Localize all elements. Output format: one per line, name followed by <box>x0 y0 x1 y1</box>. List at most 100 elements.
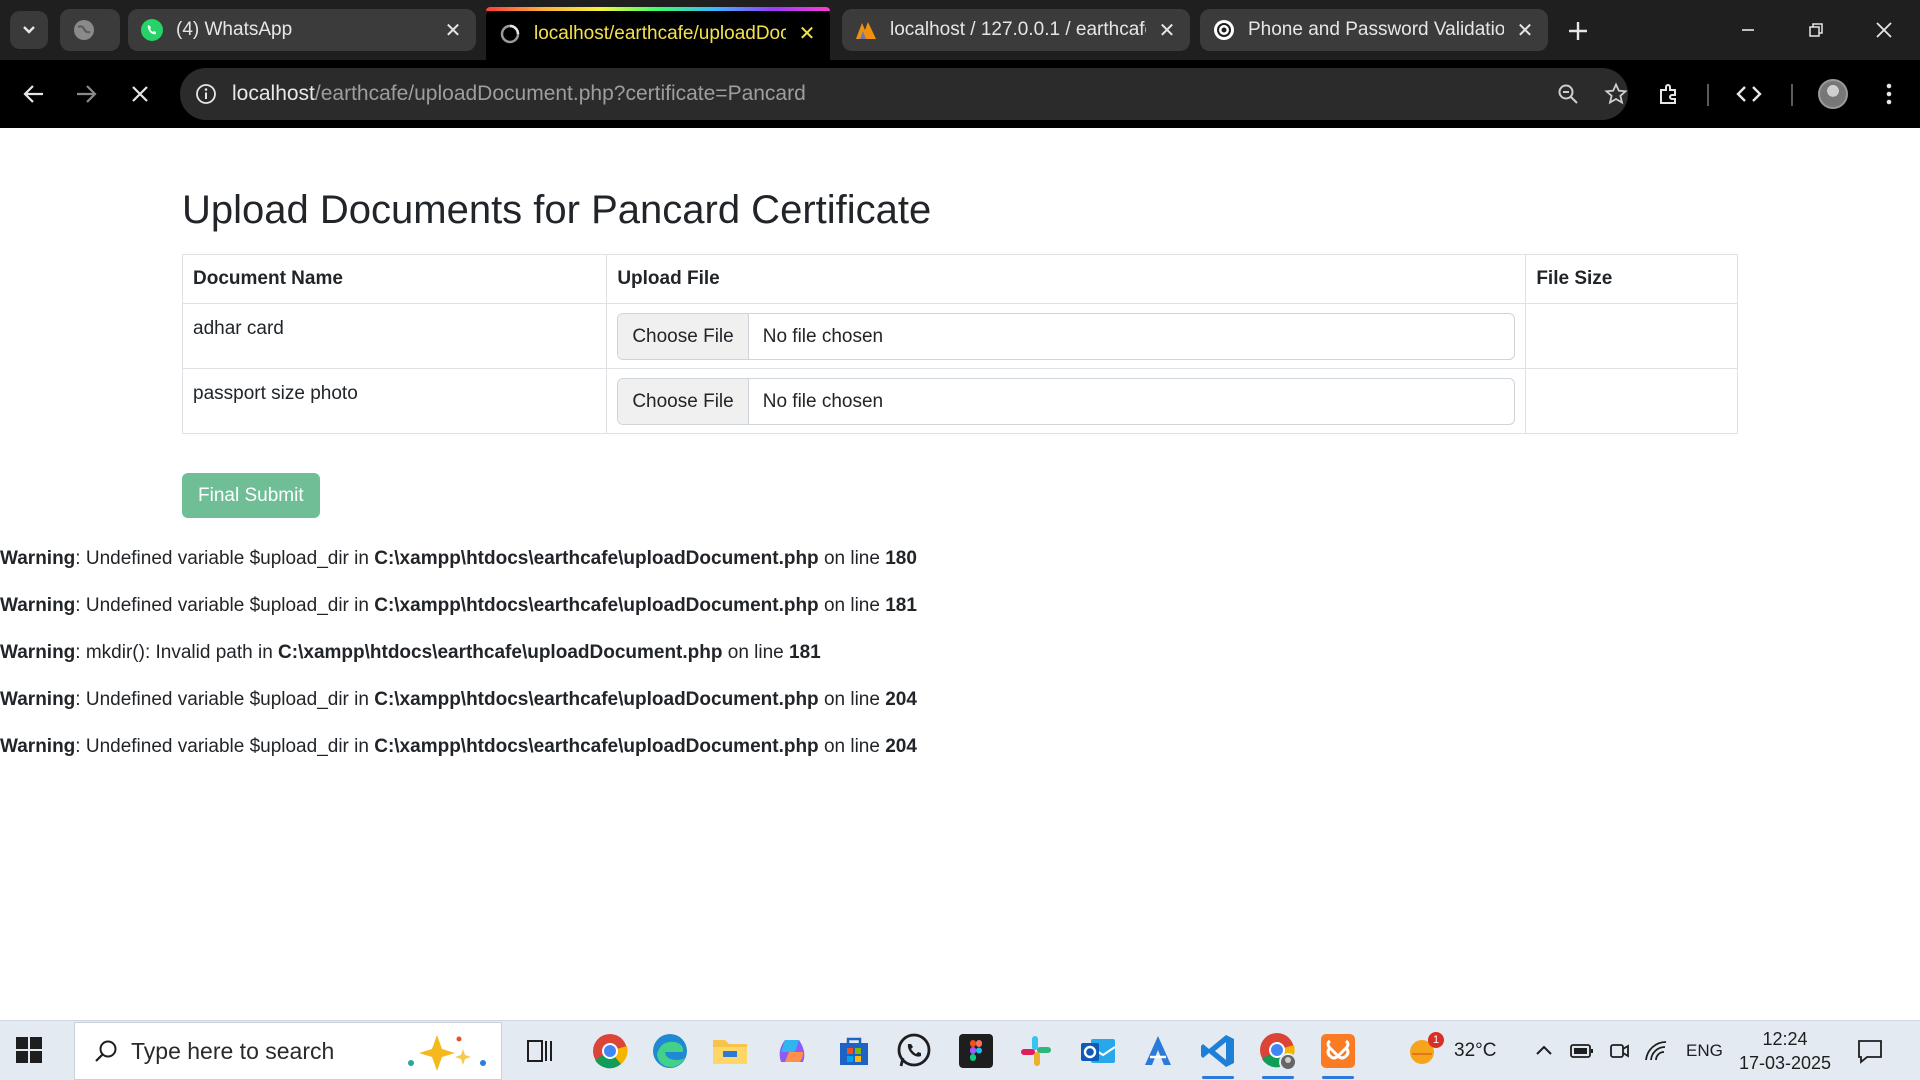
choose-file-button[interactable]: Choose File <box>618 314 749 359</box>
file-size-cell <box>1525 368 1738 434</box>
chevron-up-icon <box>1536 1045 1552 1055</box>
upload-file-cell: Choose File No file chosen <box>606 368 1527 434</box>
chrome-profile-taskbar-icon[interactable] <box>1256 1029 1300 1079</box>
choose-file-button[interactable]: Choose File <box>618 379 749 424</box>
tab-chatgpt[interactable]: Phone and Password Validation ✕ <box>1200 9 1548 51</box>
task-view-icon <box>527 1040 552 1062</box>
final-submit-button[interactable]: Final Submit <box>182 473 320 518</box>
chrome-taskbar-icon[interactable] <box>588 1029 632 1073</box>
warning-text: : Undefined variable $upload_dir in <box>75 736 375 757</box>
warning-line-number: 204 <box>885 736 917 757</box>
phpmyadmin-icon <box>854 18 878 42</box>
file-input-passport-photo[interactable]: Choose File No file chosen <box>617 378 1516 425</box>
minimize-button[interactable] <box>1728 10 1768 50</box>
outlook-taskbar-icon[interactable] <box>1076 1029 1120 1073</box>
meet-now-icon[interactable] <box>1608 1021 1630 1080</box>
warning-message: Warning: mkdir(): Invalid path in C:\xam… <box>0 642 917 689</box>
taskbar: Type here to search 1 32°C ENG 12:24 17-… <box>0 1020 1920 1080</box>
puzzle-icon <box>1660 84 1676 104</box>
warning-text: : Undefined variable $upload_dir in <box>75 595 375 616</box>
warning-on-line: on line <box>818 548 886 569</box>
warning-on-line: on line <box>818 689 886 710</box>
whatsapp-taskbar-icon[interactable] <box>892 1029 936 1073</box>
figma-taskbar-icon[interactable] <box>954 1029 998 1073</box>
tab-label: localhost/earthcafe/uploadDoc <box>534 22 786 44</box>
microsoft-store-taskbar-icon[interactable] <box>832 1029 876 1073</box>
warning-file-path: C:\xampp\htdocs\earthcafe\uploadDocument… <box>374 548 819 569</box>
tab-search-button[interactable] <box>10 11 48 49</box>
warning-label: Warning <box>0 595 76 616</box>
notifications-button[interactable] <box>1856 1021 1884 1080</box>
edge-taskbar-icon[interactable] <box>648 1029 692 1073</box>
xampp-taskbar-icon[interactable] <box>1316 1029 1360 1079</box>
start-button[interactable] <box>14 1035 44 1065</box>
tab-whatsapp[interactable]: (4) WhatsApp ✕ <box>128 9 476 51</box>
vscode-taskbar-icon[interactable] <box>1196 1029 1240 1079</box>
stop-loading-button[interactable] <box>120 74 160 114</box>
taskbar-search[interactable]: Type here to search <box>74 1022 502 1080</box>
close-tab-icon[interactable]: ✕ <box>796 23 818 45</box>
warning-file-path: C:\xampp\htdocs\earthcafe\uploadDocument… <box>374 736 819 757</box>
devtools-button[interactable] <box>1728 74 1770 114</box>
slack-taskbar-icon[interactable] <box>1014 1029 1058 1073</box>
weather-widget[interactable]: 1 32°C <box>1406 1021 1496 1080</box>
weather-temperature: 32°C <box>1454 1040 1497 1061</box>
search-placeholder: Type here to search <box>131 1037 335 1064</box>
new-tab-button[interactable] <box>1560 13 1596 49</box>
extensions-button[interactable] <box>1648 74 1690 114</box>
clock-date: 17-03-2025 <box>1738 1053 1832 1073</box>
address-bar[interactable]: localhost/earthcafe/uploadDocument.php?c… <box>180 68 1628 120</box>
close-tab-icon[interactable]: ✕ <box>442 19 464 42</box>
back-button[interactable] <box>14 74 54 114</box>
warning-file-path: C:\xampp\htdocs\earthcafe\uploadDocument… <box>278 642 723 663</box>
language-indicator[interactable]: ENG <box>1686 1021 1723 1080</box>
tab-strip: (4) WhatsApp ✕ localhost/earthcafe/uploa… <box>0 0 1920 60</box>
restore-button[interactable] <box>1796 10 1836 50</box>
close-tab-icon[interactable]: ✕ <box>1156 19 1178 42</box>
tab-phpmyadmin[interactable]: localhost / 127.0.0.1 / earthcafe ✕ <box>842 9 1190 51</box>
close-icon <box>132 86 148 102</box>
task-view-button[interactable] <box>518 1029 562 1073</box>
browser-menu-button[interactable] <box>1868 74 1910 114</box>
file-size-cell <box>1525 303 1738 369</box>
file-input-adhar-card[interactable]: Choose File No file chosen <box>617 313 1516 360</box>
warning-on-line: on line <box>818 736 886 757</box>
bookmark-star-icon[interactable] <box>1592 68 1640 120</box>
warning-label: Warning <box>0 689 76 710</box>
tab-upload-document[interactable]: localhost/earthcafe/uploadDoc ✕ <box>486 7 830 60</box>
forward-button[interactable] <box>66 74 106 114</box>
kebab-menu-icon <box>1886 83 1892 105</box>
warning-text: : Undefined variable $upload_dir in <box>75 689 375 710</box>
zoom-icon[interactable] <box>1544 68 1592 120</box>
browser-toolbar: localhost/earthcafe/uploadDocument.php?c… <box>0 60 1920 128</box>
tab-label: localhost / 127.0.0.1 / earthcafe <box>890 19 1146 40</box>
file-explorer-taskbar-icon[interactable] <box>708 1029 752 1073</box>
arrow-left-icon <box>23 85 43 103</box>
copilot-taskbar-icon[interactable] <box>770 1029 814 1073</box>
file-status-text: No file chosen <box>762 390 884 412</box>
warning-line-number: 180 <box>885 548 917 569</box>
wifi-icon[interactable] <box>1644 1021 1668 1080</box>
column-header-upload-file: Upload File <box>606 254 1527 304</box>
profile-avatar[interactable] <box>1818 79 1848 109</box>
table-row: adhar card Choose File No file chosen <box>181 303 1738 369</box>
close-window-button[interactable] <box>1864 10 1904 50</box>
system-clock[interactable]: 12:24 17-03-2025 <box>1735 1027 1835 1075</box>
url-text[interactable]: localhost/earthcafe/uploadDocument.php?c… <box>232 82 806 106</box>
column-header-file-size: File Size <box>1525 254 1738 304</box>
battery-icon[interactable] <box>1570 1021 1594 1080</box>
document-name-cell: passport size photo <box>181 368 608 434</box>
show-hidden-icons-button[interactable] <box>1534 1021 1554 1080</box>
search-icon <box>95 1040 117 1062</box>
tab-group-collapsed[interactable] <box>60 9 120 51</box>
upload-file-cell: Choose File No file chosen <box>606 303 1527 369</box>
notification-icon <box>1858 1040 1882 1064</box>
url-path: /earthcafe/uploadDocument.php?certificat… <box>314 82 806 105</box>
close-tab-icon[interactable]: ✕ <box>1514 19 1536 42</box>
site-info-icon[interactable] <box>180 68 232 120</box>
azure-data-studio-taskbar-icon[interactable] <box>1136 1029 1180 1073</box>
warning-line-number: 204 <box>885 689 917 710</box>
warning-label: Warning <box>0 736 76 757</box>
chevron-down-icon <box>23 26 35 34</box>
weather-sun-icon: 1 <box>1406 1032 1444 1068</box>
